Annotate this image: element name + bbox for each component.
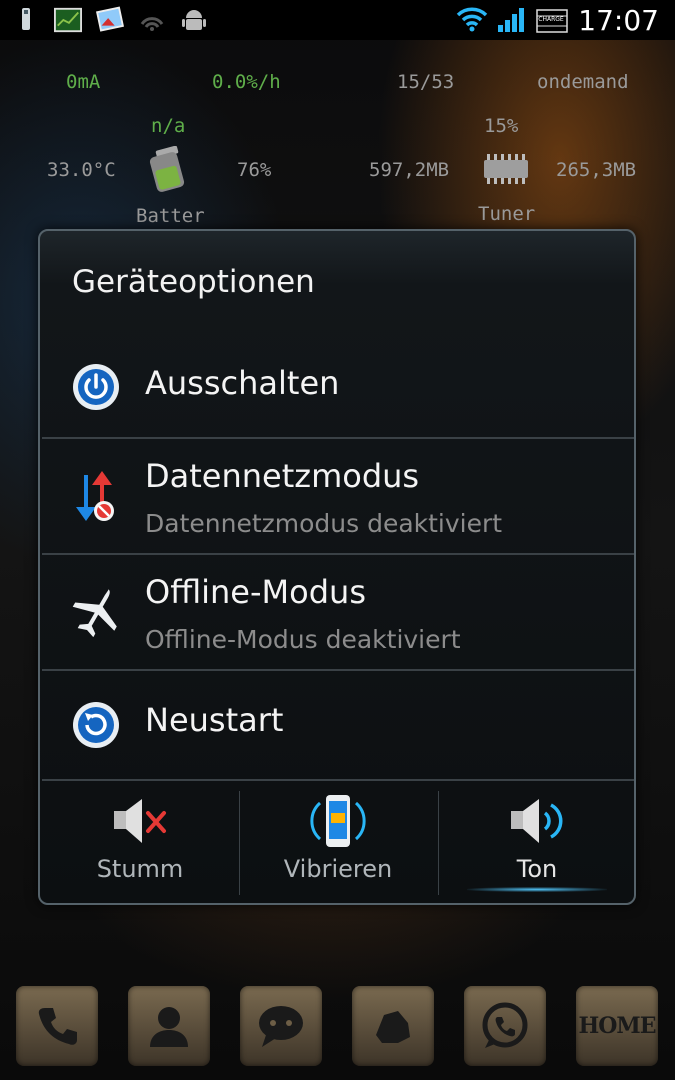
sound-mode-label: Stumm xyxy=(96,855,184,883)
battery-status-readout: n/a xyxy=(151,115,186,137)
menu-item-airplane-mode[interactable]: Offline-Modus Offline-Modus deaktiviert xyxy=(42,555,634,669)
whatsapp-icon[interactable] xyxy=(464,986,546,1066)
sound-speaker-icon xyxy=(507,793,567,849)
tuner-label: Tuner xyxy=(478,203,536,225)
power-icon xyxy=(70,361,122,413)
home-icon[interactable]: HOME xyxy=(576,986,658,1066)
menu-item-label: Datennetzmodus xyxy=(145,457,420,495)
app-icon[interactable] xyxy=(352,986,434,1066)
phone-icon[interactable] xyxy=(16,986,98,1066)
wifi-icon xyxy=(456,5,488,37)
contacts-icon[interactable] xyxy=(128,986,210,1066)
battery-icon: CHARGE xyxy=(536,8,570,34)
clock: 17:07 xyxy=(578,4,659,37)
mem-used-readout: 597,2MB xyxy=(369,159,450,181)
menu-item-data-network[interactable]: Datennetzmodus Datennetzmodus deaktivier… xyxy=(42,439,634,553)
sound-mode-label: Ton xyxy=(516,855,558,883)
device-options-dialog: Geräteoptionen Ausschalten Datennetzmodu… xyxy=(38,229,636,905)
home-dock: HOME xyxy=(0,986,675,1070)
chart-icon xyxy=(54,6,82,34)
menu-item-subtitle: Datennetzmodus deaktiviert xyxy=(145,509,503,538)
sound-mode-bar: Stumm Vibrieren Ton xyxy=(42,787,634,901)
image-icon xyxy=(96,6,124,34)
status-bar: CHARGE 17:07 xyxy=(0,0,675,40)
vibrate-phone-icon xyxy=(308,793,368,849)
restart-icon xyxy=(70,699,122,751)
signal-bars-icon xyxy=(496,5,528,37)
menu-item-label: Neustart xyxy=(145,701,284,739)
sound-mode-mute[interactable]: Stumm xyxy=(42,787,238,901)
mem-free-readout: 265,3MB xyxy=(556,159,637,181)
temperature-readout: 33.0°C xyxy=(47,159,116,181)
signal-off-icon xyxy=(138,6,166,34)
sound-mode-sound[interactable]: Ton xyxy=(439,787,635,901)
governor-readout: ondemand xyxy=(537,71,629,93)
menu-item-label: Ausschalten xyxy=(145,364,340,402)
battery-label: CHARGE xyxy=(538,15,564,23)
android-debug-icon xyxy=(180,6,208,34)
cpu-percent-readout: 15% xyxy=(484,115,519,137)
battery-widget-icon xyxy=(148,145,186,196)
cpu-count-readout: 15/53 xyxy=(397,71,455,93)
sound-mode-label: Vibrieren xyxy=(283,855,393,883)
rate-readout: 0.0%/h xyxy=(212,71,281,93)
menu-item-subtitle: Offline-Modus deaktiviert xyxy=(145,625,461,654)
mute-speaker-icon xyxy=(110,793,170,849)
usb-icon xyxy=(12,6,40,34)
battery-percent-readout: 76% xyxy=(237,159,272,181)
battery-label: Batter xyxy=(136,205,205,227)
current-readout: 0mA xyxy=(66,71,101,93)
sound-mode-vibrate[interactable]: Vibrieren xyxy=(240,787,436,901)
airplane-icon xyxy=(70,585,122,638)
chip-icon xyxy=(478,152,534,192)
selected-indicator xyxy=(467,887,607,892)
home-label: HOME xyxy=(578,1013,656,1039)
data-network-icon xyxy=(70,469,122,521)
divider xyxy=(42,779,634,781)
menu-item-restart[interactable]: Neustart xyxy=(42,671,634,779)
messaging-icon[interactable] xyxy=(240,986,322,1066)
dialog-title: Geräteoptionen xyxy=(72,264,315,300)
menu-item-power-off[interactable]: Ausschalten xyxy=(42,339,634,437)
menu-item-label: Offline-Modus xyxy=(145,573,366,611)
